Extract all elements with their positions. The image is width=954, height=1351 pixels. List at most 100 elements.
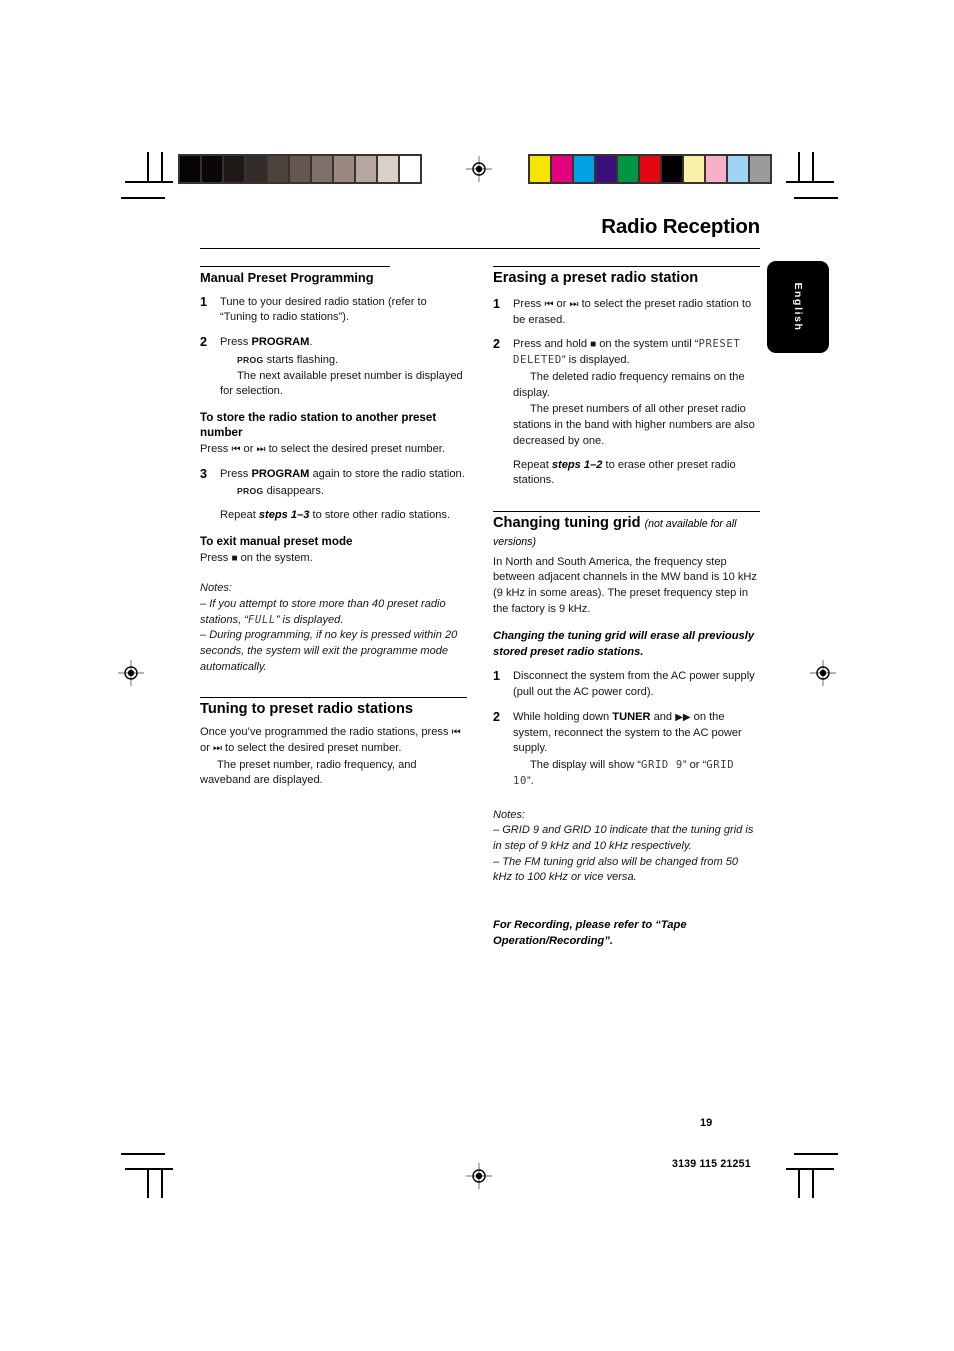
crop-mark-bottom-right-v1	[812, 1168, 814, 1198]
steps-range: steps 1–3	[258, 509, 310, 522]
step-item: 1 Disconnect the system from the AC powe…	[493, 669, 760, 701]
step-item: 3 Press PROGRAM again to store the radio…	[200, 467, 467, 524]
page-title: Radio Reception	[601, 215, 760, 238]
grayscale-swatch	[312, 156, 332, 182]
repeat-steps-line: Repeat steps 1–2 to erase other preset r…	[513, 458, 760, 490]
registration-mark-bottom	[466, 1163, 492, 1189]
heading-exit-manual-preset-mode: To exit manual preset mode	[200, 534, 353, 548]
color-swatch	[640, 156, 660, 182]
recording-reference-note: For Recording, please refer to “Tape Ope…	[493, 919, 687, 947]
lcd-readout-deleted: DELETED	[513, 354, 562, 367]
sentence-end: .	[309, 336, 313, 349]
program-button-name: PROGRAM	[251, 336, 310, 349]
preset-renumber-line: The preset numbers of all other preset r…	[513, 403, 755, 447]
step-text: Press PROGRAM again to store the radio s…	[220, 467, 467, 524]
two-column-layout: Manual Preset Programming 1 Tune to your…	[200, 266, 760, 950]
heading-main-text: Changing tuning grid	[493, 515, 641, 532]
grayscale-swatch	[268, 156, 288, 182]
exit-preset-mode-text: Press ■ on the system.	[200, 551, 467, 567]
preset-display-text: The preset number, radio frequency, and …	[200, 758, 417, 787]
store-station-text: again to store the radio station.	[309, 467, 465, 480]
step-item: 2 Press PROGRAM. PROG starts flashing. T…	[200, 335, 467, 400]
note-text-end: ” is displayed.	[275, 613, 344, 626]
color-swatch	[706, 156, 726, 182]
left-column: Manual Preset Programming 1 Tune to your…	[200, 266, 467, 950]
step-number: 2	[200, 335, 208, 350]
while-holding-label: While holding down	[513, 710, 613, 723]
store-another-preset-text: Press ⏮ or ⏭ to select the desired prese…	[200, 442, 467, 458]
section-divider-manual-preset	[200, 266, 390, 267]
prog-flash-text: starts flashing.	[263, 353, 339, 366]
tuner-button-name: TUNER	[612, 710, 651, 723]
step-number: 1	[493, 669, 501, 684]
step-text: While holding down TUNER and ▶▶ on the s…	[513, 710, 760, 790]
color-swatch	[750, 156, 770, 182]
crop-mark-bottom-right-v2	[798, 1168, 800, 1198]
press-label: Press	[200, 551, 232, 564]
prog-disappear-line: PROG disappears.	[220, 484, 467, 500]
step-item: 2 Press and hold ■ on the system until “…	[493, 337, 760, 489]
crop-mark-bottom-right-h2	[786, 1168, 834, 1170]
notes-block-tuning-grid: Notes: – GRID 9 and GRID 10 indicate tha…	[493, 808, 760, 886]
prog-disappear-text: disappears.	[263, 485, 324, 498]
grayscale-swatch	[334, 156, 354, 182]
lcd-readout-full: FULL	[247, 613, 276, 626]
grayscale-swatch	[290, 156, 310, 182]
color-swatch	[552, 156, 572, 182]
step-item: 1 Press ⏮ or ⏭ to select the preset radi…	[493, 297, 760, 329]
heading-changing-tuning-grid: Changing tuning grid (not available for …	[493, 515, 760, 551]
color-swatch	[618, 156, 638, 182]
grayscale-swatch	[400, 156, 420, 182]
heading-tuning-to-preset-stations: Tuning to preset radio stations	[200, 701, 413, 718]
section-divider-tuning-presets	[200, 697, 467, 699]
page-content: Radio Reception Manual Preset Programmin…	[200, 215, 760, 950]
color-swatch	[596, 156, 616, 182]
program-button-name: PROGRAM	[251, 467, 310, 480]
sentence-end: ”.	[526, 774, 534, 787]
note-item: – GRID 9 and GRID 10 indicate that the t…	[493, 824, 754, 853]
display-will-show-label: The display will show “	[530, 759, 641, 772]
right-column: Erasing a preset radio station 1 Press ⏮…	[493, 266, 760, 950]
repeat-label: Repeat	[513, 458, 552, 471]
step-number: 1	[493, 296, 501, 311]
deleted-frequency-line: The deleted radio frequency remains on t…	[513, 370, 745, 399]
color-swatch	[574, 156, 594, 182]
press-label: Press	[513, 297, 545, 310]
notes-header: Notes:	[493, 808, 525, 821]
next-track-icon: ⏭	[212, 742, 222, 754]
grayscale-swatch	[356, 156, 376, 182]
note-item: – The FM tuning grid also will be change…	[493, 855, 739, 884]
grayscale-swatch	[224, 156, 244, 182]
page-number: 19	[700, 1117, 713, 1129]
step-number: 1	[200, 294, 208, 309]
or-label: or	[200, 741, 213, 754]
step-text: Tune to your desired radio station (refe…	[220, 295, 427, 324]
title-divider	[200, 248, 760, 249]
on-system-label: on the system.	[237, 551, 313, 564]
color-swatch	[728, 156, 748, 182]
crop-mark-top-right-v2	[798, 152, 800, 182]
lcd-readout-preset: PRESET	[698, 338, 741, 351]
heading-erasing-preset-station: Erasing a preset radio station	[493, 270, 699, 286]
grayscale-swatch	[180, 156, 200, 182]
crop-mark-top-left-v2	[161, 152, 163, 182]
note-item: – During programming, if no key is press…	[200, 629, 458, 673]
crop-mark-top-left-v1	[147, 152, 149, 182]
note-item: – If you attempt to store more than 40 p…	[200, 597, 467, 628]
step-text: Press and hold ■ on the system until “PR…	[513, 337, 760, 489]
press-label: Press	[220, 336, 252, 349]
repeat-label: Repeat	[220, 509, 259, 522]
or-label: or	[553, 297, 570, 310]
crop-mark-bottom-left-v2	[161, 1168, 163, 1198]
registration-mark-top	[466, 156, 492, 182]
tuning-grid-paragraph: In North and South America, the frequenc…	[493, 555, 757, 615]
repeat-steps-line: Repeat steps 1–3 to store other radio st…	[220, 508, 467, 524]
once-programmed-label: Once you’ve programmed the radio station…	[200, 726, 452, 739]
grayscale-swatch	[246, 156, 266, 182]
color-calibration-bar	[528, 154, 772, 184]
registration-mark-right	[810, 660, 836, 686]
press-label: Press	[220, 467, 252, 480]
select-preset-text: to select the desired preset number.	[265, 442, 445, 455]
previous-track-icon: ⏮	[451, 727, 461, 739]
section-divider-changing-grid	[493, 511, 760, 513]
